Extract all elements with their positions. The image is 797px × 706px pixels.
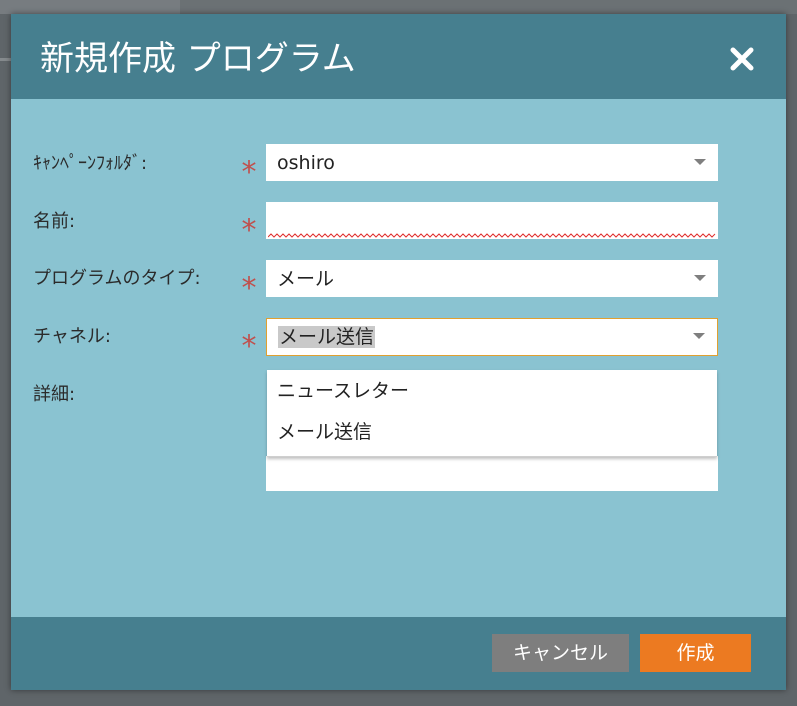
program-type-label: プログラムのタイプ:: [33, 268, 201, 289]
svg-text:*: *: [242, 334, 257, 354]
name-label: 名前:: [33, 211, 76, 232]
dropdown-option-newsletter[interactable]: ニュースレター: [277, 378, 409, 404]
new-program-dialog: 新規作成 プログラム ｷｬﾝﾍﾟｰﾝﾌｫﾙﾀﾞ: * oshiro 名前: * …: [11, 14, 786, 690]
close-button[interactable]: [727, 44, 757, 74]
svg-text:*: *: [242, 160, 257, 180]
program-type-value: メール: [277, 268, 335, 290]
description-textarea[interactable]: [266, 456, 718, 491]
svg-text:*: *: [242, 276, 257, 296]
channel-selected-text: メール送信: [278, 326, 376, 348]
channel-value: メール送信: [278, 324, 376, 350]
cancel-button[interactable]: キャンセル: [492, 634, 629, 672]
chevron-down-icon: [694, 275, 706, 281]
chevron-down-icon: [693, 333, 705, 339]
required-star-icon: *: [239, 160, 259, 180]
campaign-folder-select[interactable]: oshiro: [266, 144, 718, 181]
dialog-footer: キャンセル 作成: [11, 617, 786, 690]
chevron-down-icon: [694, 159, 706, 165]
create-button[interactable]: 作成: [640, 634, 751, 672]
name-input[interactable]: [266, 202, 718, 239]
background-app-block: [0, 0, 180, 14]
close-icon: [730, 47, 754, 71]
required-star-icon: *: [239, 218, 259, 238]
channel-dropdown-list: ニュースレター メール送信: [267, 370, 717, 457]
campaign-folder-value: oshiro: [277, 152, 335, 174]
description-label: 詳細:: [33, 384, 76, 405]
svg-text:*: *: [242, 218, 257, 238]
required-star-icon: *: [239, 276, 259, 296]
campaign-folder-label: ｷｬﾝﾍﾟｰﾝﾌｫﾙﾀﾞ:: [33, 153, 148, 174]
dropdown-option-email-send[interactable]: メール送信: [277, 419, 372, 445]
program-type-select[interactable]: メール: [266, 260, 718, 297]
channel-label: チャネル:: [33, 326, 111, 347]
spellcheck-underline: [268, 233, 716, 238]
dialog-title: 新規作成 プログラム: [40, 39, 356, 79]
required-star-icon: *: [239, 334, 259, 354]
channel-select[interactable]: メール送信: [266, 318, 718, 356]
dialog-header: 新規作成 プログラム: [11, 14, 786, 99]
